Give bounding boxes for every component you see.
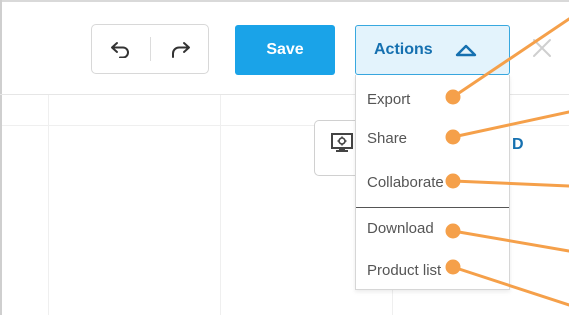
menu-item-share[interactable]: Share	[356, 120, 509, 156]
grid-line	[48, 95, 49, 315]
menu-item-export[interactable]: Export	[356, 81, 509, 117]
redo-button[interactable]	[151, 25, 209, 73]
frame-top-border	[0, 0, 569, 2]
close-icon[interactable]	[528, 34, 556, 62]
menu-item-collaborate[interactable]: Collaborate	[356, 164, 509, 200]
app-frame: Save Actions D Export Share Collaborate …	[0, 0, 569, 315]
actions-label: Actions	[374, 41, 433, 58]
undo-button[interactable]	[92, 25, 150, 73]
partial-button-label: D	[512, 136, 524, 153]
chevron-up-icon	[455, 43, 477, 57]
screen-settings-icon	[331, 133, 353, 152]
menu-item-download[interactable]: Download	[356, 210, 509, 246]
menu-item-product-list[interactable]: Product list	[356, 252, 509, 288]
grid-line	[220, 95, 221, 315]
undo-redo-group	[91, 24, 209, 74]
undo-icon	[111, 42, 129, 58]
menu-divider	[356, 207, 509, 208]
actions-menu: Export Share Collaborate Download Produc…	[355, 75, 510, 290]
save-button[interactable]: Save	[235, 25, 335, 75]
redo-icon	[172, 42, 190, 58]
actions-dropdown-button[interactable]: Actions	[355, 25, 510, 75]
